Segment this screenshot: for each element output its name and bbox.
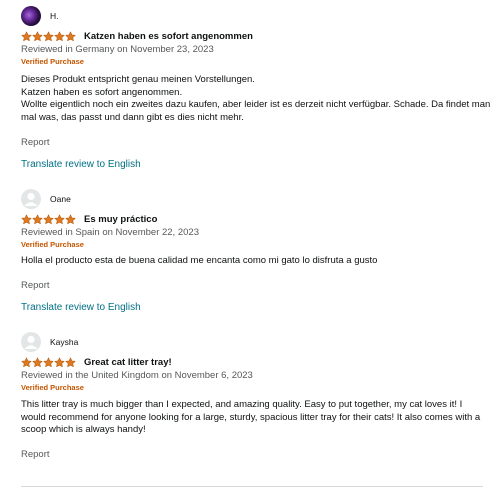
reviewer-profile[interactable]: Oane — [21, 189, 491, 209]
review-body: This litter tray is much bigger than I e… — [21, 399, 483, 437]
verified-purchase-badge: Verified Purchase — [21, 57, 84, 66]
reviewer-name: H. — [50, 11, 59, 21]
reviewer-name: Kaysha — [50, 337, 79, 347]
review-2: Oane Es muy práctico Reviewed in Spain o… — [21, 189, 491, 268]
verified-purchase-badge: Verified Purchase — [21, 240, 84, 249]
reviewer-name: Oane — [50, 194, 71, 204]
star-rating[interactable] — [21, 214, 76, 225]
review-1: H. Katzen haben es sofort angenommen Rev… — [21, 6, 491, 124]
default-avatar-icon — [24, 192, 38, 206]
review-body: Holla el producto esta de buena calidad … — [21, 255, 491, 268]
review-body-line: Wollte eigentlich noch ein zweites dazu … — [21, 99, 491, 123]
review-body: Dieses Produkt entspricht genau meinen V… — [21, 74, 491, 124]
review-title[interactable]: Great cat litter tray! — [84, 357, 172, 368]
star-icon — [43, 214, 54, 224]
avatar — [21, 6, 41, 26]
star-icon — [21, 31, 32, 41]
star-icon — [54, 214, 65, 224]
star-rating[interactable] — [21, 357, 76, 368]
reviewer-profile[interactable]: Kaysha — [21, 332, 491, 352]
divider — [21, 486, 483, 487]
review-title[interactable]: Katzen haben es sofort angenommen — [84, 31, 253, 42]
report-button[interactable]: Report — [21, 449, 50, 460]
star-icon — [21, 214, 32, 224]
verified-purchase-badge: Verified Purchase — [21, 383, 84, 392]
avatar — [21, 189, 41, 209]
reviewer-profile[interactable]: H. — [21, 6, 491, 26]
default-avatar-icon — [24, 335, 38, 349]
review-date: Reviewed in the United Kingdom on Novemb… — [21, 370, 253, 381]
review-body-line: Holla el producto esta de buena calidad … — [21, 255, 378, 266]
star-icon — [65, 357, 76, 367]
star-icon — [32, 31, 43, 41]
review-date: Reviewed in Spain on November 22, 2023 — [21, 227, 199, 238]
translate-review-link[interactable]: Translate review to English — [21, 302, 141, 313]
review-title[interactable]: Es muy práctico — [84, 214, 157, 225]
report-button[interactable]: Report — [21, 280, 50, 291]
translate-review-link[interactable]: Translate review to English — [21, 159, 141, 170]
star-icon — [43, 31, 54, 41]
star-icon — [32, 214, 43, 224]
avatar — [21, 332, 41, 352]
review-body-line: This litter tray is much bigger than I e… — [21, 399, 481, 435]
star-icon — [43, 357, 54, 367]
star-icon — [32, 357, 43, 367]
star-icon — [21, 357, 32, 367]
review-body-line: Katzen haben es sofort angenommen. — [21, 86, 183, 98]
review-body-line: Dieses Produkt entspricht genau meinen V… — [21, 74, 255, 85]
star-icon — [65, 31, 76, 41]
star-icon — [54, 357, 65, 367]
star-icon — [54, 31, 65, 41]
star-icon — [65, 214, 76, 224]
review-3: Kaysha Great cat litter tray! Reviewed i… — [21, 332, 491, 437]
review-date: Reviewed in Germany on November 23, 2023 — [21, 44, 214, 55]
star-rating[interactable] — [21, 31, 76, 42]
report-button[interactable]: Report — [21, 137, 50, 148]
